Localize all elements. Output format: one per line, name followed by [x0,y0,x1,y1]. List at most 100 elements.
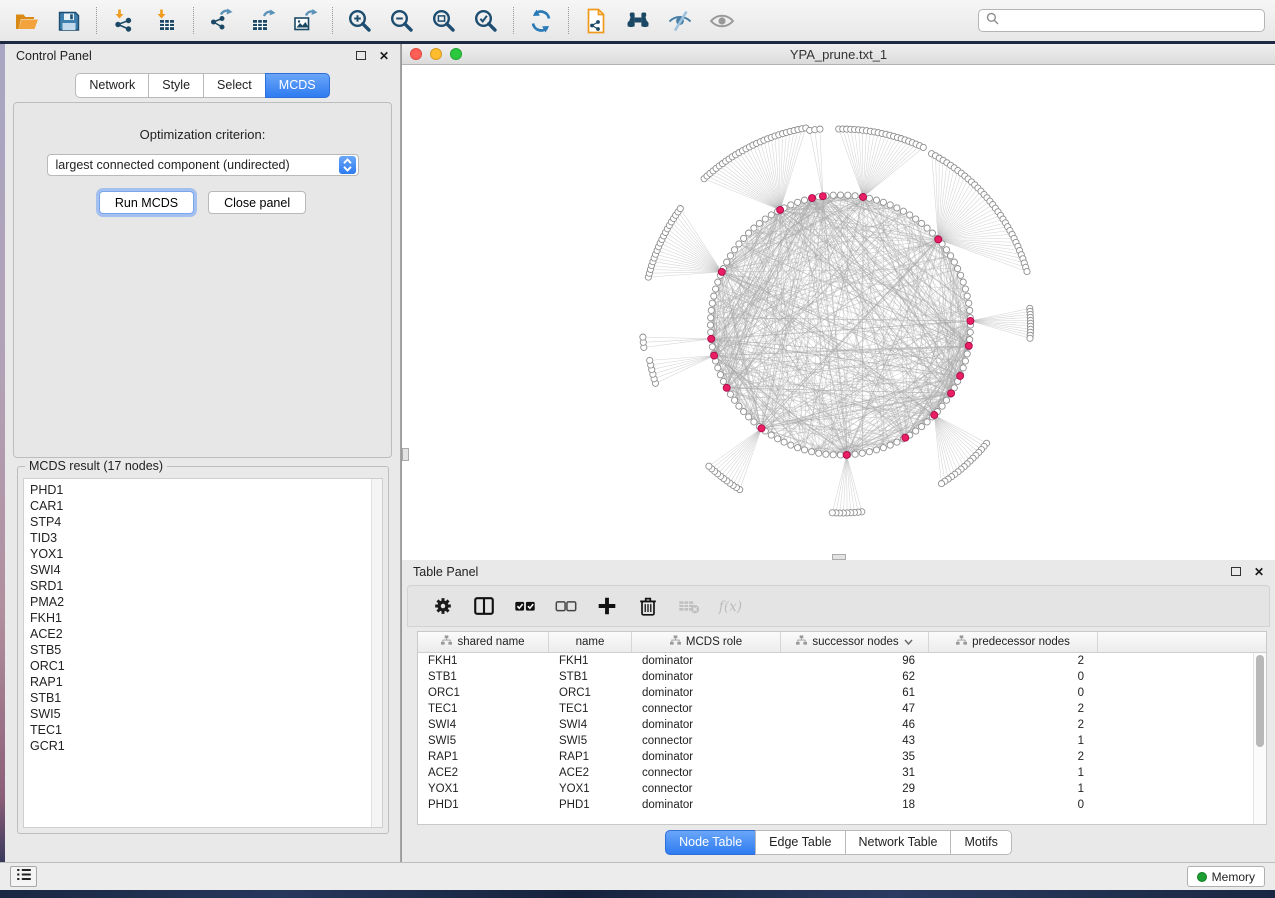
export-network-icon[interactable] [208,8,234,34]
table-scrollbar-thumb[interactable] [1256,655,1264,747]
tree-icon [670,635,681,649]
table-row[interactable]: YOX1YOX1connector291 [418,781,1253,797]
mcds-result-item[interactable]: STP4 [30,514,382,530]
zoom-in-icon[interactable] [347,8,373,34]
window-zoom-button[interactable] [450,48,462,60]
show-panels-button[interactable] [10,866,37,887]
mcds-buttons-row: Run MCDS Close panel [14,191,391,214]
toolbar-group [333,8,513,34]
document-share-icon[interactable] [583,8,609,34]
settings-gear-icon[interactable] [431,594,455,618]
table-toolbar: f(x) [407,585,1270,627]
search-box[interactable] [978,9,1265,32]
list-icon [16,868,32,886]
network-graph[interactable] [402,65,1275,560]
mcds-result-item[interactable]: STB1 [30,690,382,706]
refresh-icon[interactable] [528,8,554,34]
table-row[interactable]: SWI4SWI4dominator462 [418,717,1253,733]
tab-style[interactable]: Style [148,73,204,98]
eye-hide-icon[interactable] [667,8,693,34]
tree-icon [441,635,452,649]
tab-select[interactable]: Select [203,73,266,98]
table-row[interactable]: FKH1FKH1dominator962 [418,653,1253,669]
float-panel-icon[interactable] [356,51,366,60]
cell-predecessor-nodes: 0 [929,671,1098,683]
select-all-icon[interactable] [513,594,537,618]
mcds-result-item[interactable]: GCR1 [30,738,382,754]
memory-button[interactable]: Memory [1187,866,1265,887]
table-row[interactable]: STB1STB1dominator620 [418,669,1253,685]
column-header-shared-name[interactable]: shared name [418,632,549,652]
result-list-scrollbar[interactable] [371,479,382,827]
mcds-result-item[interactable]: ACE2 [30,626,382,642]
run-mcds-button[interactable]: Run MCDS [99,191,194,214]
import-table-icon[interactable] [153,8,179,34]
mcds-result-item[interactable]: ORC1 [30,658,382,674]
cell-mcds-role: connector [632,735,781,747]
table-scrollbar[interactable] [1253,653,1266,824]
mcds-tab-content: Optimization criterion: largest connecte… [13,102,392,458]
function-icon: f(x) [718,594,742,618]
binoculars-icon[interactable] [625,8,651,34]
tab-motifs[interactable]: Motifs [950,830,1011,855]
toolbar-group [10,8,96,34]
column-header-successor-nodes[interactable]: successor nodes [781,632,929,652]
tree-icon [796,635,807,649]
column-header-mcds-role[interactable]: MCDS role [632,632,781,652]
mcds-result-item[interactable]: SWI5 [30,706,382,722]
cell-name: RAP1 [549,751,632,763]
export-image-icon[interactable] [292,8,318,34]
mcds-result-item[interactable]: RAP1 [30,674,382,690]
mcds-result-item[interactable]: TEC1 [30,722,382,738]
deselect-all-icon[interactable] [554,594,578,618]
mcds-result-item[interactable]: YOX1 [30,546,382,562]
mcds-result-item[interactable]: FKH1 [30,610,382,626]
tab-network-table[interactable]: Network Table [845,830,952,855]
mcds-result-item[interactable]: TID3 [30,530,382,546]
window-minimize-button[interactable] [430,48,442,60]
window-close-button[interactable] [410,48,422,60]
close-panel-button[interactable]: Close panel [208,191,306,214]
mcds-result-item[interactable]: PHD1 [30,482,382,498]
tab-edge-table[interactable]: Edge Table [755,830,845,855]
search-input[interactable] [1004,14,1257,28]
column-header-predecessor-nodes[interactable]: predecessor nodes [929,632,1098,652]
tab-network[interactable]: Network [75,73,149,98]
split-columns-icon[interactable] [472,594,496,618]
mcds-result-item[interactable]: PMA2 [30,594,382,610]
column-header-name[interactable]: name [549,632,632,652]
vertical-splitter-handle[interactable] [402,448,409,461]
network-window: YPA_prune.txt_1 [401,44,1275,560]
float-table-panel-icon[interactable] [1231,567,1241,576]
table-row[interactable]: TEC1TEC1connector472 [418,701,1253,717]
cell-shared-name: ACE2 [418,767,549,779]
tab-node-table[interactable]: Node Table [665,830,756,855]
save-icon[interactable] [56,8,82,34]
table-row[interactable]: PHD1PHD1dominator180 [418,797,1253,813]
import-network-icon[interactable] [111,8,137,34]
close-table-panel-icon[interactable]: ✕ [1254,565,1264,579]
tab-mcds[interactable]: MCDS [265,73,330,98]
mcds-result-item[interactable]: STB5 [30,642,382,658]
mcds-result-item[interactable]: SWI4 [30,562,382,578]
add-icon[interactable] [595,594,619,618]
zoom-out-icon[interactable] [389,8,415,34]
horizontal-splitter-handle[interactable] [832,554,846,560]
table-row[interactable]: ACE2ACE2connector311 [418,765,1253,781]
criterion-dropdown[interactable]: largest connected component (undirected) [47,154,359,176]
open-folder-icon[interactable] [14,8,40,34]
mcds-result-item[interactable]: SRD1 [30,578,382,594]
table-row[interactable]: RAP1RAP1dominator352 [418,749,1253,765]
mcds-result-list[interactable]: PHD1CAR1STP4TID3YOX1SWI4SRD1PMA2FKH1ACE2… [23,478,383,828]
mcds-result-title: MCDS result (17 nodes) [25,459,167,473]
mcds-result-item[interactable]: CAR1 [30,498,382,514]
table-row[interactable]: SWI5SWI5connector431 [418,733,1253,749]
zoom-fit-icon[interactable] [431,8,457,34]
export-table-icon[interactable] [250,8,276,34]
close-panel-icon[interactable]: ✕ [379,49,389,63]
network-view-canvas[interactable] [402,65,1275,560]
table-row[interactable]: ORC1ORC1dominator610 [418,685,1253,701]
delete-icon[interactable] [636,594,660,618]
eye-icon[interactable] [709,8,735,34]
zoom-selected-icon[interactable] [473,8,499,34]
